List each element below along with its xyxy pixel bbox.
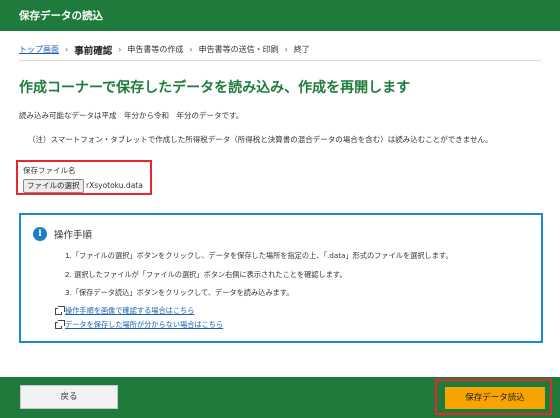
header-title: 保存データの読込: [19, 10, 103, 22]
load-saved-data-button[interactable]: 保存データ読込: [445, 387, 545, 409]
footer-bar: 戻る 保存データ読込: [0, 377, 560, 418]
breadcrumb-step-send-print: 申告書等の送信・印刷: [198, 45, 279, 54]
instruction-step-3: 3.「保存データ読込」ボタンをクリックして、データを読み込みます。: [65, 288, 294, 297]
instructions-title: 操作手順: [54, 230, 93, 241]
load-button-highlight: 保存データ読込: [435, 379, 552, 415]
info-icon: i: [33, 227, 47, 241]
save-location-help-link[interactable]: データを保存した場所が分からない場合はこちら: [55, 319, 223, 330]
header-bar: 保存データの読込: [0, 0, 560, 31]
breadcrumb-separator: ›: [65, 45, 69, 54]
external-link-icon: [55, 319, 65, 329]
back-button[interactable]: 戻る: [20, 385, 118, 409]
breadcrumb-separator: ›: [118, 45, 122, 54]
breadcrumb-separator: ›: [189, 45, 193, 54]
breadcrumb: トップ画面 › 事前確認 › 申告書等の作成 › 申告書等の送信・印刷 › 終了: [19, 39, 541, 61]
breadcrumb-top-link[interactable]: トップ画面: [19, 44, 59, 55]
page-title: 作成コーナーで保存したデータを読み込み、作成を再開します: [19, 80, 411, 96]
instruction-step-1: 1.「ファイルの選択」ボタンをクリックし、データを保存した場所を指定の上、「.d…: [65, 251, 453, 260]
selected-file-name: rXsyotoku.data: [86, 181, 143, 190]
file-select-button[interactable]: ファイルの選択: [23, 179, 84, 193]
external-link-icon: [55, 305, 65, 315]
breadcrumb-separator: ›: [284, 45, 288, 54]
breadcrumb-step-create: 申告書等の作成: [127, 45, 184, 54]
file-name-label: 保存ファイル名: [23, 166, 76, 175]
breadcrumb-step-end: 終了: [293, 45, 310, 54]
file-select-area: 保存ファイル名 ファイルの選択 rXsyotoku.data: [16, 160, 152, 195]
available-data-description: 読み込み可能なデータは平成 年分から令和 年分のデータです。: [19, 111, 244, 120]
image-guide-link-label[interactable]: 操作手順を画像で確認する場合はこちら: [65, 306, 194, 316]
save-location-help-link-label[interactable]: データを保存した場所が分からない場合はこちら: [65, 320, 223, 330]
instruction-step-2: 2. 選択したファイルが「ファイルの選択」ボタン右側に表示されたことを確認します…: [65, 270, 347, 279]
smartphone-data-note: （注）スマートフォン・タブレットで作成した所得税データ（所得税と決算書の混合デー…: [28, 135, 493, 144]
image-guide-link[interactable]: 操作手順を画像で確認する場合はこちら: [55, 305, 194, 316]
instructions-panel: i 操作手順 1.「ファイルの選択」ボタンをクリックし、データを保存した場所を指…: [19, 213, 543, 343]
breadcrumb-current-step: 事前確認: [74, 45, 113, 57]
